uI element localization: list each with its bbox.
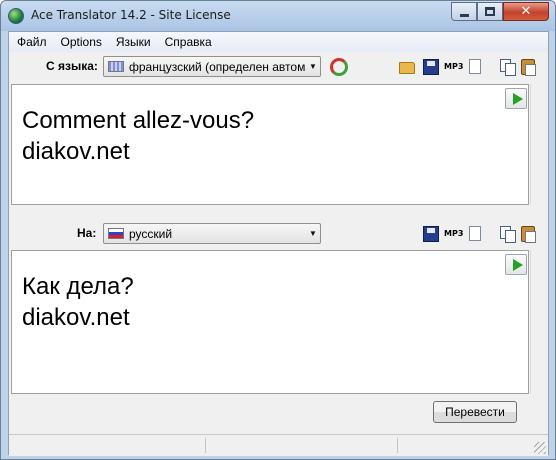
- source-toolbar: С языка: французский (определен автом ▼ …: [9, 53, 548, 79]
- swap-languages-icon[interactable]: [330, 58, 348, 76]
- russia-flag-icon: [108, 228, 124, 239]
- speak-target-button[interactable]: [505, 254, 527, 275]
- target-language-select[interactable]: русский ▼: [103, 223, 321, 244]
- paste-icon[interactable]: [521, 226, 536, 243]
- status-bar: [9, 434, 548, 456]
- menu-file[interactable]: Файл: [17, 35, 47, 49]
- menu-help[interactable]: Справка: [165, 35, 212, 49]
- status-divider: [205, 438, 206, 453]
- play-icon: [512, 92, 523, 105]
- mp3-icon[interactable]: MP3: [444, 229, 463, 245]
- target-language-value: русский: [129, 226, 173, 241]
- maximize-icon: [485, 7, 495, 16]
- target-scrollbar[interactable]: [530, 250, 548, 394]
- paste-icon[interactable]: [521, 59, 536, 76]
- source-language-label: С языка:: [46, 59, 98, 73]
- menu-bar: Файл Options Языки Справка: [9, 32, 548, 52]
- app-globe-icon: [8, 8, 24, 24]
- speak-source-button[interactable]: [505, 88, 527, 109]
- close-button[interactable]: ✕: [503, 2, 549, 21]
- source-text: Comment allez-vous? diakov.net: [22, 107, 255, 165]
- source-scrollbar[interactable]: [530, 84, 548, 205]
- client-area: Файл Options Языки Справка С языка: фран…: [8, 31, 549, 456]
- chevron-down-icon: ▼: [309, 229, 317, 238]
- new-document-icon[interactable]: [469, 226, 481, 241]
- play-icon: [512, 258, 523, 271]
- close-icon: ✕: [520, 4, 532, 19]
- minimize-icon: [459, 13, 469, 17]
- save-icon[interactable]: [423, 226, 439, 242]
- new-document-icon[interactable]: [469, 59, 481, 74]
- menu-options[interactable]: Options: [61, 35, 102, 49]
- copy-icon[interactable]: [500, 226, 516, 243]
- source-language-value: французский (определен автом: [129, 59, 306, 74]
- menu-languages[interactable]: Языки: [116, 35, 151, 49]
- source-text-area[interactable]: Comment allez-vous? diakov.net: [11, 84, 529, 205]
- window-title: Ace Translator 14.2 - Site License: [31, 8, 231, 22]
- resize-grip[interactable]: [534, 442, 546, 454]
- france-flag-icon: [108, 61, 124, 72]
- save-icon[interactable]: [423, 59, 439, 75]
- target-text: Как дела? diakov.net: [22, 273, 134, 331]
- target-language-label: На:: [77, 226, 97, 240]
- maximize-button[interactable]: [477, 2, 503, 21]
- title-bar[interactable]: Ace Translator 14.2 - Site License ✕: [1, 1, 555, 31]
- app-window: Ace Translator 14.2 - Site License ✕ Фай…: [0, 0, 556, 460]
- translate-button[interactable]: Перевести: [433, 401, 517, 423]
- source-language-select[interactable]: французский (определен автом ▼: [103, 56, 321, 77]
- chevron-down-icon: ▼: [309, 62, 317, 71]
- status-divider: [397, 438, 398, 453]
- panel-splitter[interactable]: [9, 206, 548, 219]
- mp3-icon[interactable]: MP3: [444, 62, 463, 78]
- target-toolbar: На: русский ▼ MP3: [9, 220, 548, 246]
- target-text-area[interactable]: Как дела? diakov.net: [11, 250, 529, 394]
- copy-icon[interactable]: [500, 59, 516, 76]
- minimize-button[interactable]: [451, 2, 477, 21]
- open-folder-icon[interactable]: [399, 62, 415, 74]
